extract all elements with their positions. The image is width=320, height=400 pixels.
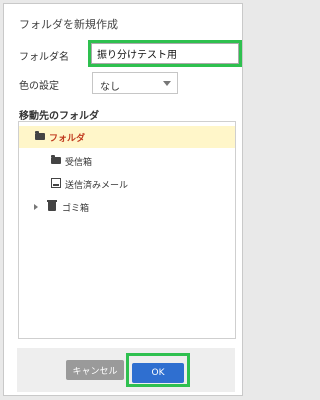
tree-item-trash[interactable]: ゴミ箱 [19,196,235,218]
color-label: 色の設定 [19,81,59,92]
dialog-footer: キャンセル OK [17,348,235,392]
dialog-title: フォルダを新規作成 [19,18,118,31]
tree-item-folder[interactable]: フォルダ [19,126,235,148]
tree-item-sent[interactable]: 送信済みメール [19,173,235,195]
create-folder-dialog: フォルダを新規作成 フォルダ名 色の設定 なし 移動先のフォルダ フォルダ 受信… [3,3,243,396]
tree-item-label: 受信箱 [65,158,93,168]
cancel-button[interactable]: キャンセル [66,360,124,380]
folder-name-label: フォルダ名 [19,52,69,63]
ok-button-highlight: OK [126,353,190,387]
folder-name-highlight [88,40,242,67]
tree-item-label: 送信済みメール [65,181,129,191]
folder-name-input[interactable] [91,43,239,64]
ok-button[interactable]: OK [132,363,184,383]
folder-tree: フォルダ 受信箱 送信済みメール ゴミ箱 [18,121,236,339]
trash-icon [47,200,57,211]
destination-title: 移動先のフォルダ [19,111,99,122]
folder-icon [51,155,61,164]
chevron-down-icon [163,81,171,86]
tree-item-label: フォルダ [49,134,86,144]
tree-item-inbox[interactable]: 受信箱 [19,150,235,172]
color-select-value: なし [100,82,120,93]
folder-icon [35,131,45,140]
color-select[interactable]: なし [92,72,178,94]
tree-item-label: ゴミ箱 [62,204,90,214]
sent-tray-icon [51,178,61,188]
expand-arrow-icon[interactable] [34,204,38,210]
